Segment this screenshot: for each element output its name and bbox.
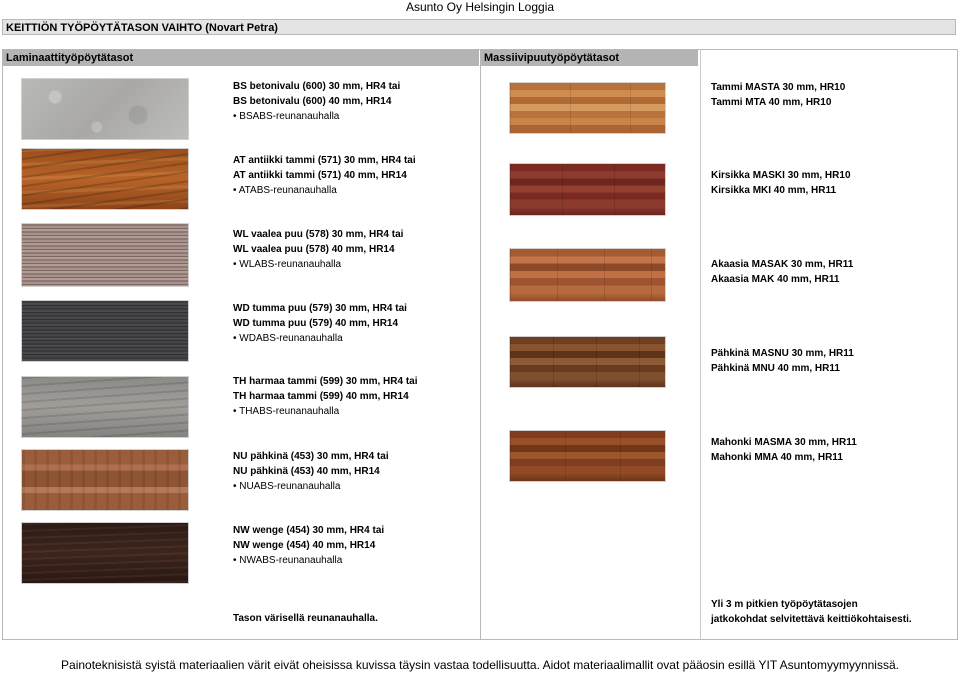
laminate-desc-wl: WL vaalea puu (578) 30 mm, HR4 tai WL va… xyxy=(233,227,403,272)
desc-line: WL vaalea puu (578) 30 mm, HR4 tai xyxy=(233,229,404,240)
swatch-bs-concrete xyxy=(21,78,189,140)
swatch-nu-walnut xyxy=(21,449,189,511)
desc-line: BS betonivalu (600) 40 mm, HR14 xyxy=(233,96,392,107)
swatch-wd-dark-wood xyxy=(21,300,189,362)
footer-disclaimer: Painoteknisistä syistä materiaalien väri… xyxy=(61,658,899,672)
desc-line: WD tumma puu (579) 30 mm, HR4 tai xyxy=(233,303,407,314)
solid-desc-acacia: Akaasia MASAK 30 mm, HR11 Akaasia MAK 40… xyxy=(711,257,853,287)
desc-line: BS betonivalu (600) 30 mm, HR4 tai xyxy=(233,81,401,92)
solid-note: Yli 3 m pitkien työpöytätasojen jatkokoh… xyxy=(711,597,912,627)
desc-line: Akaasia MASAK 30 mm, HR11 xyxy=(711,259,854,270)
note-line: Yli 3 m pitkien työpöytätasojen xyxy=(711,599,858,610)
swatch-mahogany xyxy=(509,430,666,482)
section-header-laminate: Laminaattityöpöytätasot xyxy=(3,50,479,66)
note-line: Tason värisellä reunanauhalla. xyxy=(233,613,378,624)
desc-line: Tammi MTA 40 mm, HR10 xyxy=(711,97,832,108)
laminate-desc-nu: NU pähkinä (453) 30 mm, HR4 tai NU pähki… xyxy=(233,449,389,494)
swatch-wl-light-wood xyxy=(21,223,189,287)
desc-line: • NUABS-reunanauhalla xyxy=(233,481,341,492)
swatch-th-grey-oak xyxy=(21,376,189,438)
desc-line: NU pähkinä (453) 40 mm, HR14 xyxy=(233,466,380,477)
solid-desc-mahogany: Mahonki MASMA 30 mm, HR11 Mahonki MMA 40… xyxy=(711,435,857,465)
desc-line: • THABS-reunanauhalla xyxy=(233,406,340,417)
desc-line: • ATABS-reunanauhalla xyxy=(233,185,337,196)
desc-line: • WDABS-reunanauhalla xyxy=(233,333,343,344)
laminate-desc-at: AT antiikki tammi (571) 30 mm, HR4 tai A… xyxy=(233,153,416,198)
desc-line: NW wenge (454) 40 mm, HR14 xyxy=(233,540,376,551)
desc-line: Tammi MASTA 30 mm, HR10 xyxy=(711,82,846,93)
desc-line: Pähkinä MNU 40 mm, HR11 xyxy=(711,363,840,374)
desc-line: AT antiikki tammi (571) 30 mm, HR4 tai xyxy=(233,155,416,166)
desc-line: WD tumma puu (579) 40 mm, HR14 xyxy=(233,318,399,329)
desc-line: NW wenge (454) 30 mm, HR4 tai xyxy=(233,525,385,536)
desc-line: Akaasia MAK 40 mm, HR11 xyxy=(711,274,840,285)
swatch-cherry xyxy=(509,163,666,216)
page-title: KEITTIÖN TYÖPÖYTÄTASON VAIHTO (Novart Pe… xyxy=(2,19,956,35)
desc-line: NU pähkinä (453) 30 mm, HR4 tai xyxy=(233,451,389,462)
desc-line: AT antiikki tammi (571) 40 mm, HR14 xyxy=(233,170,407,181)
column-divider xyxy=(480,49,481,640)
company-name: Asunto Oy Helsingin Loggia xyxy=(405,0,555,14)
desc-line: Pähkinä MASNU 30 mm, HR11 xyxy=(711,348,854,359)
desc-line: WL vaalea puu (578) 40 mm, HR14 xyxy=(233,244,395,255)
desc-line: TH harmaa tammi (599) 40 mm, HR14 xyxy=(233,391,409,402)
laminate-desc-nw: NW wenge (454) 30 mm, HR4 tai NW wenge (… xyxy=(233,523,384,568)
desc-line: • BSABS-reunanauhalla xyxy=(233,111,340,122)
laminate-desc-bs: BS betonivalu (600) 30 mm, HR4 tai BS be… xyxy=(233,79,400,124)
swatch-walnut xyxy=(509,336,666,388)
solid-desc-walnut: Pähkinä MASNU 30 mm, HR11 Pähkinä MNU 40… xyxy=(711,346,854,376)
column-divider-right xyxy=(700,49,701,640)
swatch-nw-wenge xyxy=(21,522,189,584)
solid-desc-oak: Tammi MASTA 30 mm, HR10 Tammi MTA 40 mm,… xyxy=(711,80,845,110)
note-line: jatkokohdat selvitettävä keittiökohtaise… xyxy=(711,614,912,625)
desc-line: • WLABS-reunanauhalla xyxy=(233,259,342,270)
desc-line: Mahonki MMA 40 mm, HR11 xyxy=(711,452,843,463)
desc-line: Kirsikka MKI 40 mm, HR11 xyxy=(711,185,837,196)
laminate-note: Tason värisellä reunanauhalla. xyxy=(233,611,378,626)
laminate-desc-th: TH harmaa tammi (599) 30 mm, HR4 tai TH … xyxy=(233,374,418,419)
desc-line: • NWABS-reunanauhalla xyxy=(233,555,343,566)
section-header-solid-wood: Massiivipuutyöpöytätasot xyxy=(481,50,698,66)
desc-line: Mahonki MASMA 30 mm, HR11 xyxy=(711,437,857,448)
solid-desc-cherry: Kirsikka MASKI 30 mm, HR10 Kirsikka MKI … xyxy=(711,168,851,198)
desc-line: Kirsikka MASKI 30 mm, HR10 xyxy=(711,170,851,181)
desc-line: TH harmaa tammi (599) 30 mm, HR4 tai xyxy=(233,376,418,387)
swatch-acacia xyxy=(509,248,666,302)
swatch-at-antique-oak xyxy=(21,148,189,210)
swatch-oak xyxy=(509,82,666,134)
laminate-desc-wd: WD tumma puu (579) 30 mm, HR4 tai WD tum… xyxy=(233,301,407,346)
